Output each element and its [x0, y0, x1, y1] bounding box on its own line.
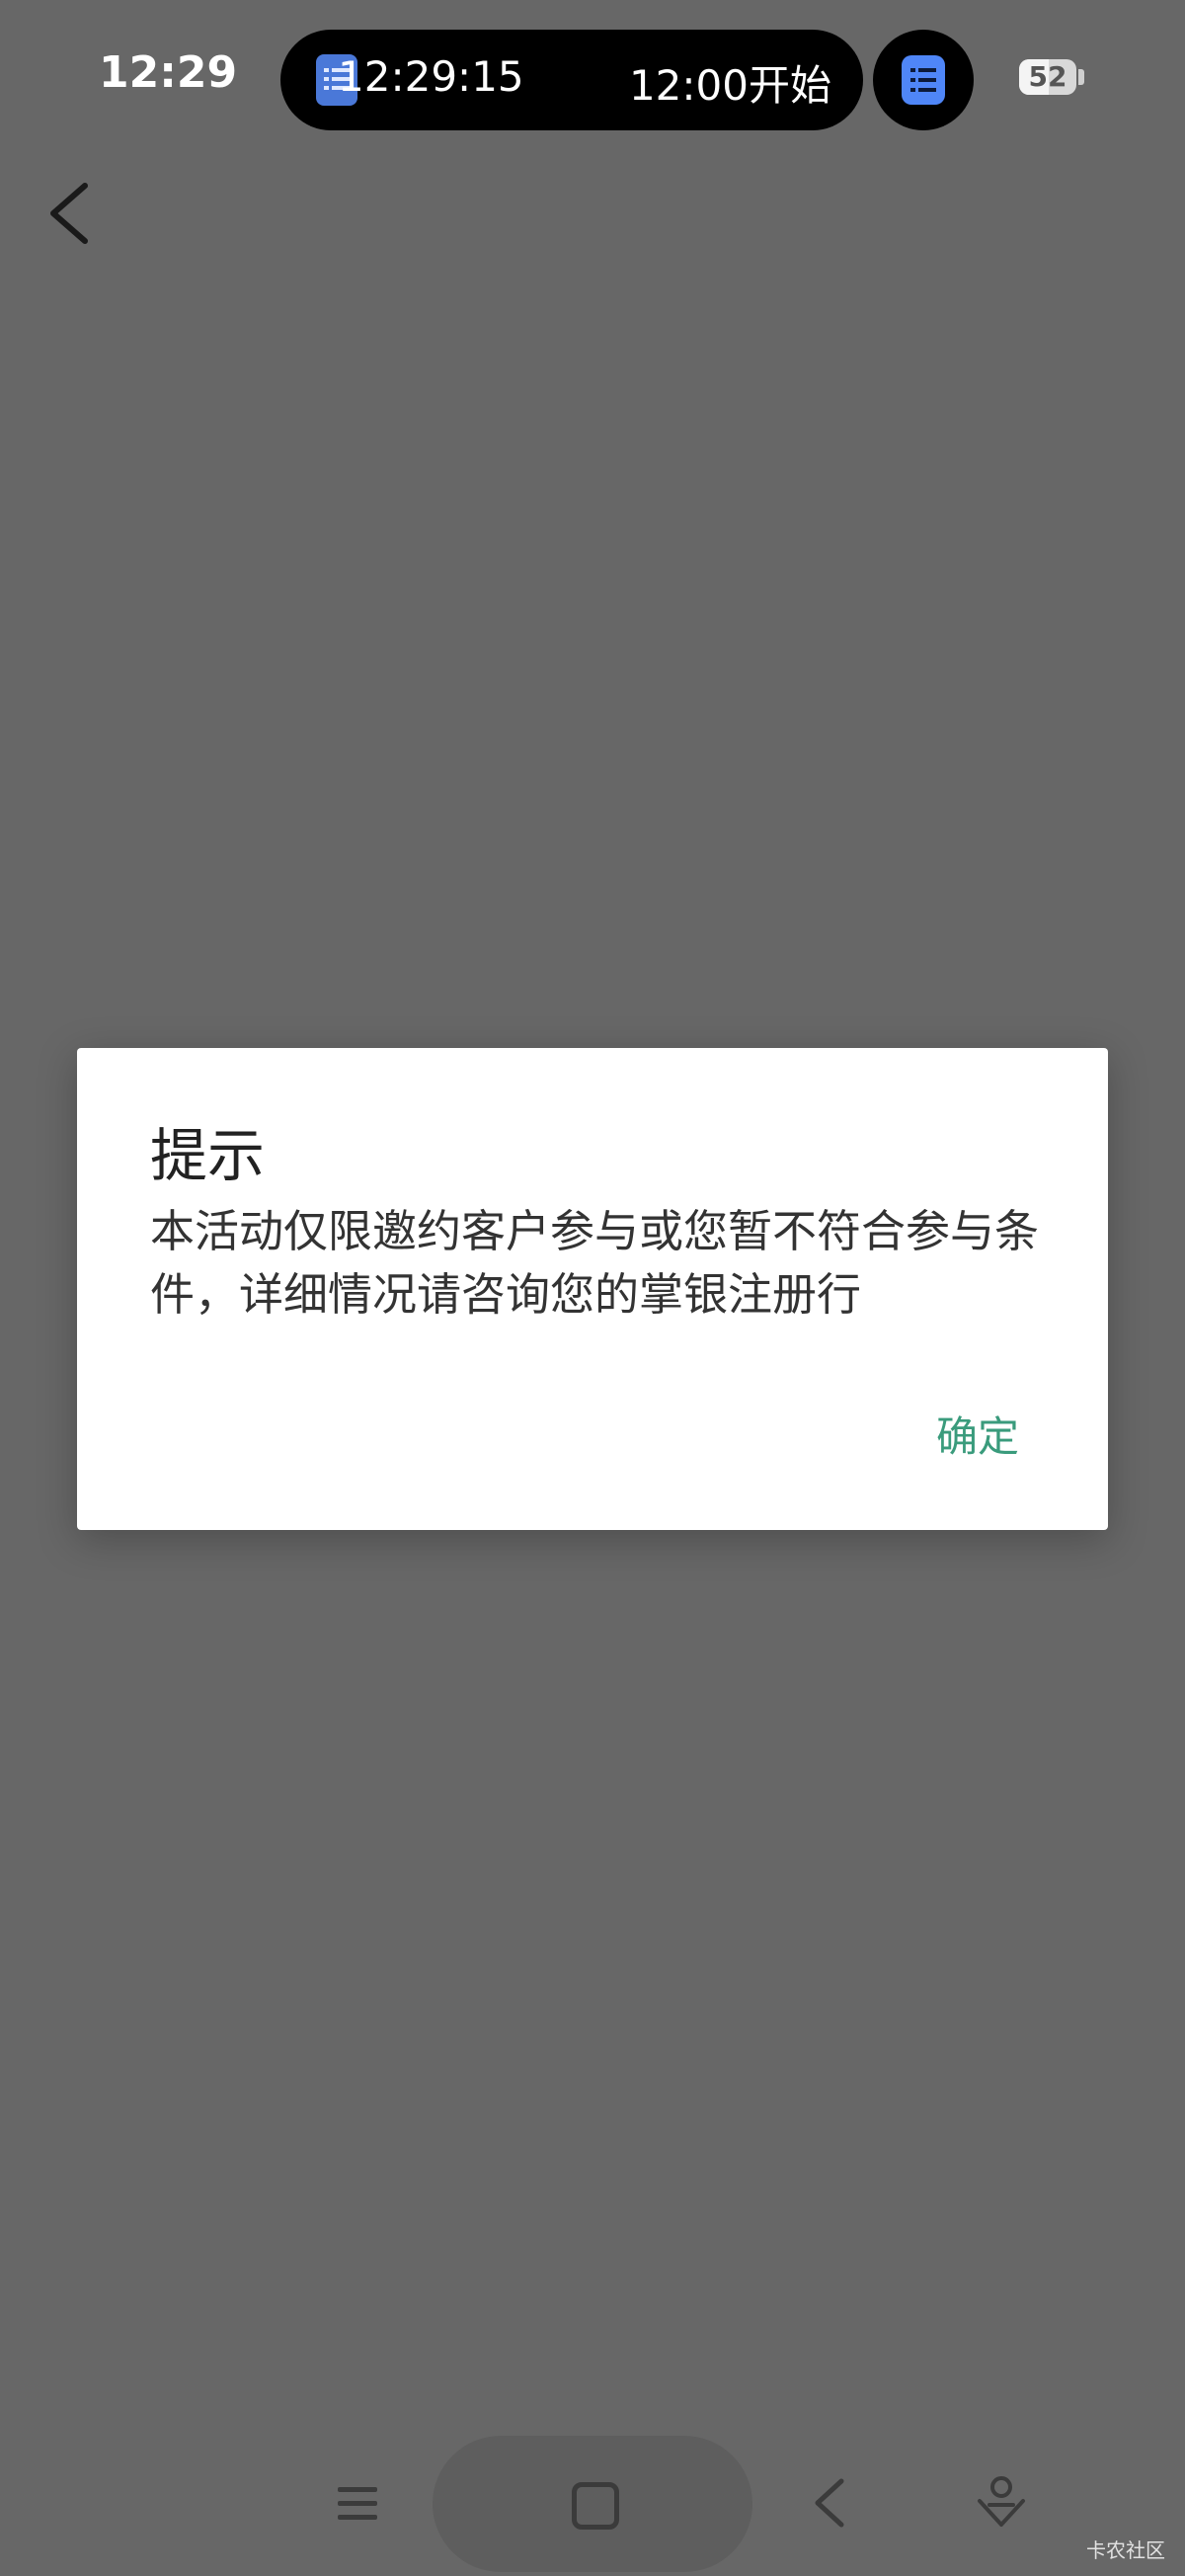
dialog-title: 提示 [150, 1122, 266, 1189]
screen: 12:29 12:29:15 12:00开始 52 提示 本活动仅限邀约客户参与… [0, 0, 1185, 2576]
back-icon[interactable] [810, 2475, 849, 2531]
watermark-text: 卡农社区 [1086, 2538, 1165, 2562]
list-app-icon [902, 55, 945, 105]
home-button[interactable] [433, 2436, 752, 2572]
assistant-icon[interactable] [976, 2473, 1027, 2531]
battery-level: 52 [1028, 60, 1067, 93]
battery-nub [1078, 69, 1084, 85]
confirm-button[interactable]: 确定 [936, 1404, 1019, 1464]
status-time: 12:29 [99, 47, 238, 98]
island-clock: 12:29:15 [338, 52, 524, 101]
menu-icon[interactable] [336, 2481, 379, 2525]
alert-dialog: 提示 本活动仅限邀约客户参与或您暂不符合参与条件，详细情况请咨询您的掌银注册行 … [77, 1048, 1108, 1530]
battery-icon: 52 [1019, 59, 1076, 95]
back-button[interactable] [40, 168, 109, 257]
island-bubble[interactable] [873, 30, 974, 130]
dialog-message: 本活动仅限邀约客户参与或您暂不符合参与条件，详细情况请咨询您的掌银注册行 [150, 1205, 1040, 1321]
home-icon [572, 2482, 619, 2530]
dynamic-island[interactable]: 12:29:15 12:00开始 [280, 30, 863, 130]
chevron-left-icon [50, 183, 88, 244]
island-start-text: 12:00开始 [628, 61, 831, 110]
